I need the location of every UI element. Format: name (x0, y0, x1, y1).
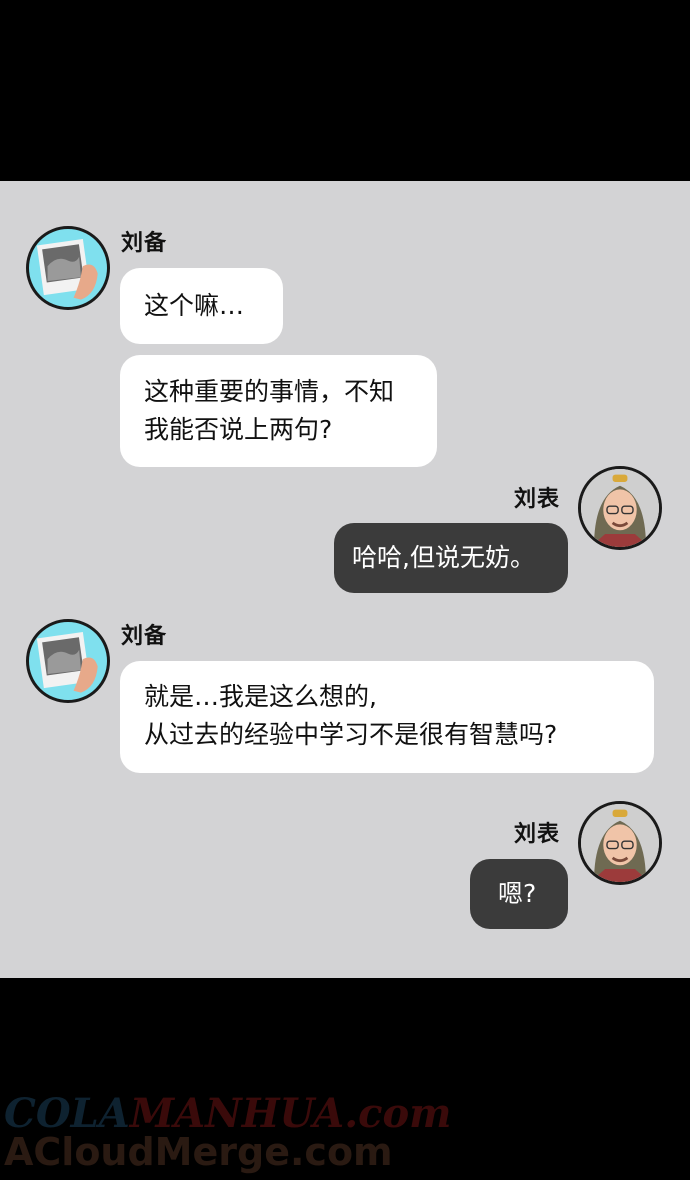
message-text: 哈哈,但说无妨。 (352, 543, 535, 572)
sender-name: 刘表 (514, 822, 561, 847)
message-bubble: 嗯? (470, 859, 568, 929)
message-text: 从过去的经验中学习不是很有智慧吗? (144, 720, 558, 749)
liubiao-avatar[interactable] (578, 801, 662, 885)
liubei-avatar[interactable] (26, 619, 110, 703)
photo-hand-icon (36, 239, 98, 300)
sender-name: 刘表 (514, 487, 561, 512)
message-bubble: 就是…我是这么想的, 从过去的经验中学习不是很有智慧吗? (120, 661, 654, 773)
photo-hand-icon (36, 632, 98, 693)
message-bubble: 这种重要的事情，不知 我能否说上两句? (120, 355, 437, 467)
watermark-acloudmerge: ACloudMerge.com (4, 1130, 393, 1174)
sender-name: 刘备 (121, 231, 168, 256)
message-text: 我能否说上两句? (144, 415, 333, 444)
liubei-avatar[interactable] (26, 226, 110, 310)
message-text: 这种重要的事情，不知 (144, 377, 395, 406)
message-bubble: 哈哈,但说无妨。 (334, 523, 568, 593)
elder-portrait-icon (581, 804, 659, 882)
liubiao-avatar[interactable] (578, 466, 662, 550)
elder-portrait-icon (581, 469, 659, 547)
message-text: 就是…我是这么想的, (144, 682, 377, 711)
message-text: 这个嘛… (144, 291, 245, 320)
sender-name: 刘备 (121, 624, 168, 649)
message-text: 嗯? (498, 879, 537, 908)
message-bubble: 这个嘛… (120, 268, 283, 344)
